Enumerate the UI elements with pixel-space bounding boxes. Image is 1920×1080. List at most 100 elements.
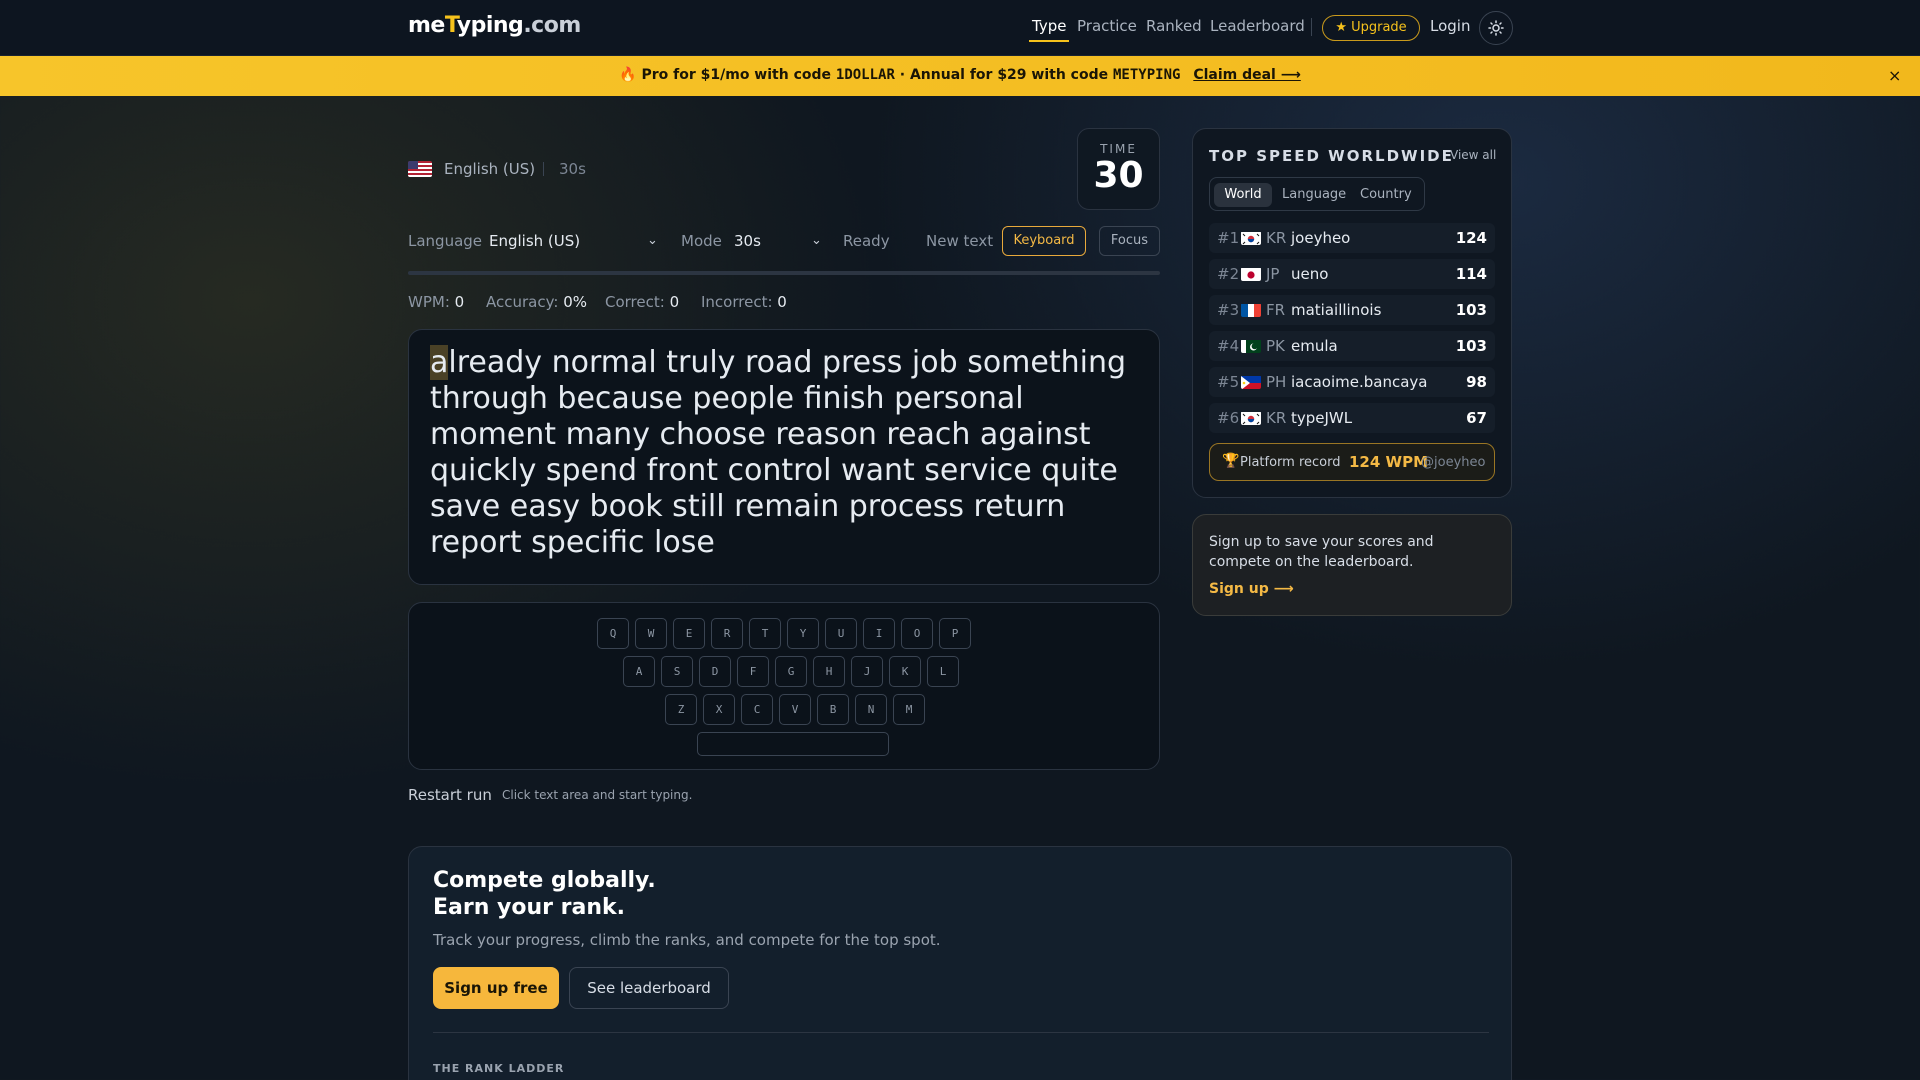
accuracy-stat: Accuracy: 0% — [486, 293, 588, 311]
fire-icon: 🔥 — [619, 67, 637, 83]
chevron-down-icon[interactable]: ⌄ — [647, 233, 658, 248]
progress-bar — [408, 271, 1160, 275]
meta-divider — [543, 162, 544, 176]
ph-flag-icon — [1241, 375, 1261, 389]
leaderboard-score: 98 — [1466, 373, 1487, 391]
key-t: T — [749, 618, 781, 649]
compete-title-2: Earn your rank. — [433, 895, 626, 920]
nav-divider — [1311, 18, 1312, 36]
top-navbar: meTyping.com Type Practice Ranked Leader… — [0, 0, 1920, 56]
key-a: A — [623, 656, 655, 687]
login-link[interactable]: Login — [1430, 17, 1470, 35]
signup-card: Sign up to save your scores and compete … — [1192, 514, 1512, 616]
leaderboard-username: iacaoime.bancaya — [1291, 373, 1428, 391]
focus-mode-button[interactable]: Focus — [1099, 226, 1160, 256]
pk-flag-icon — [1241, 339, 1261, 353]
leaderboard-score: 114 — [1455, 265, 1487, 283]
tab-language[interactable]: Language — [1282, 183, 1346, 207]
key-m: M — [893, 694, 925, 725]
promo-text: 🔥 Pro for $1/mo with code 1DOLLAR · Annu… — [619, 67, 1301, 83]
key-y: Y — [787, 618, 819, 649]
record-wpm: 124 WPM — [1349, 453, 1428, 471]
promo-code-annual: METYPING — [1113, 67, 1181, 83]
nav-type[interactable]: Type — [1032, 17, 1066, 35]
leaderboard-row[interactable]: #6 KR typeJWL 67 — [1209, 403, 1495, 433]
chevron-down-icon[interactable]: ⌄ — [811, 233, 822, 248]
key-o: O — [901, 618, 933, 649]
timer-label: TIME — [1100, 142, 1137, 156]
sun-icon — [1488, 20, 1504, 36]
tab-country[interactable]: Country — [1360, 183, 1412, 207]
key-b: B — [817, 694, 849, 725]
key-c: C — [741, 694, 773, 725]
section-divider — [433, 1032, 1489, 1033]
theme-toggle-button[interactable] — [1479, 11, 1513, 45]
tab-world[interactable]: World — [1214, 183, 1272, 207]
key-f: F — [737, 656, 769, 687]
leaderboard-score: 103 — [1455, 301, 1487, 319]
key-w: W — [635, 618, 667, 649]
see-leaderboard-button[interactable]: See leaderboard — [569, 967, 729, 1009]
nav-leaderboard[interactable]: Leaderboard — [1210, 17, 1305, 35]
leaderboard-score: 124 — [1455, 229, 1487, 247]
key-n: N — [855, 694, 887, 725]
current-language: English (US) — [444, 160, 536, 178]
leaderboard-score: 67 — [1466, 409, 1487, 427]
timer-box: TIME 30 — [1077, 128, 1160, 210]
leaderboard-username: typeJWL — [1291, 409, 1353, 427]
signup-link[interactable]: Sign up ⟶ — [1209, 581, 1294, 597]
leaderboard-username: emula — [1291, 337, 1338, 355]
key-z: Z — [665, 694, 697, 725]
trophy-icon: 🏆 — [1222, 453, 1240, 469]
leaderboard-tabs: World Language Country — [1209, 177, 1425, 211]
leaderboard-row[interactable]: #1 KR joeyheo 124 — [1209, 223, 1495, 253]
signup-text: Sign up to save your scores and compete … — [1209, 534, 1434, 570]
nav-active-indicator — [1029, 40, 1069, 42]
typing-text: already normal truly road press job some… — [430, 345, 1127, 560]
promo-code-monthly: 1DOLLAR — [835, 67, 895, 83]
wpm-stat: WPM: 0 — [408, 293, 465, 311]
key-p: P — [939, 618, 971, 649]
leaderboard-username: joeyheo — [1291, 229, 1351, 247]
leaderboard-row[interactable]: #5 PH iacaoime.bancaya 98 — [1209, 367, 1495, 397]
leaderboard-row[interactable]: #4 PK emula 103 — [1209, 331, 1495, 361]
upgrade-button[interactable]: ★ Upgrade — [1322, 15, 1420, 41]
key-h: H — [813, 656, 845, 687]
leaderboard-row[interactable]: #3 FR matiaillinois 103 — [1209, 295, 1495, 325]
leaderboard-score: 103 — [1455, 337, 1487, 355]
compete-title: Compete globally. — [433, 868, 656, 893]
language-select[interactable]: English (US) — [489, 232, 580, 250]
current-duration: 30s — [559, 160, 586, 178]
close-icon[interactable]: × — [1888, 66, 1901, 85]
key-d: D — [699, 656, 731, 687]
keyboard-toggle-button[interactable]: Keyboard — [1002, 226, 1086, 256]
new-text-button[interactable]: New text — [926, 232, 993, 250]
leaderboard-row[interactable]: #2 JP ueno 114 — [1209, 259, 1495, 289]
site-logo[interactable]: meTyping.com — [408, 13, 581, 38]
on-screen-keyboard: QWERTYUIOP ASDFGHJKL ZXCVBNM — [408, 602, 1160, 770]
restart-run-button[interactable]: Restart run — [408, 786, 492, 804]
nav-practice[interactable]: Practice — [1077, 17, 1137, 35]
signup-free-button[interactable]: Sign up free — [433, 967, 559, 1009]
promo-banner: 🔥 Pro for $1/mo with code 1DOLLAR · Annu… — [0, 56, 1920, 96]
view-all-link[interactable]: View all — [1450, 148, 1496, 162]
record-user: @joeyheo — [1421, 455, 1486, 470]
typing-hint: Click text area and start typing. — [502, 788, 693, 802]
mode-select[interactable]: 30s — [734, 232, 761, 250]
claim-deal-link[interactable]: Claim deal ⟶ — [1193, 67, 1301, 83]
nav-ranked[interactable]: Ranked — [1146, 17, 1202, 35]
leaderboard-username: matiaillinois — [1291, 301, 1382, 319]
rank-ladder-heading: THE RANK LADDER — [433, 1062, 565, 1075]
key-l: L — [927, 656, 959, 687]
compete-subtitle: Track your progress, climb the ranks, an… — [433, 931, 941, 949]
key-q: Q — [597, 618, 629, 649]
typing-text-area[interactable]: already normal truly road press job some… — [408, 329, 1160, 585]
key-i: I — [863, 618, 895, 649]
mode-label: Mode — [681, 232, 722, 250]
key-g: G — [775, 656, 807, 687]
timer-value: 30 — [1093, 155, 1144, 196]
status-text: Ready — [843, 232, 890, 250]
incorrect-stat: Incorrect: 0 — [701, 293, 787, 311]
leaderboard-title: TOP SPEED WORLDWIDE — [1209, 147, 1454, 165]
key-k: K — [889, 656, 921, 687]
